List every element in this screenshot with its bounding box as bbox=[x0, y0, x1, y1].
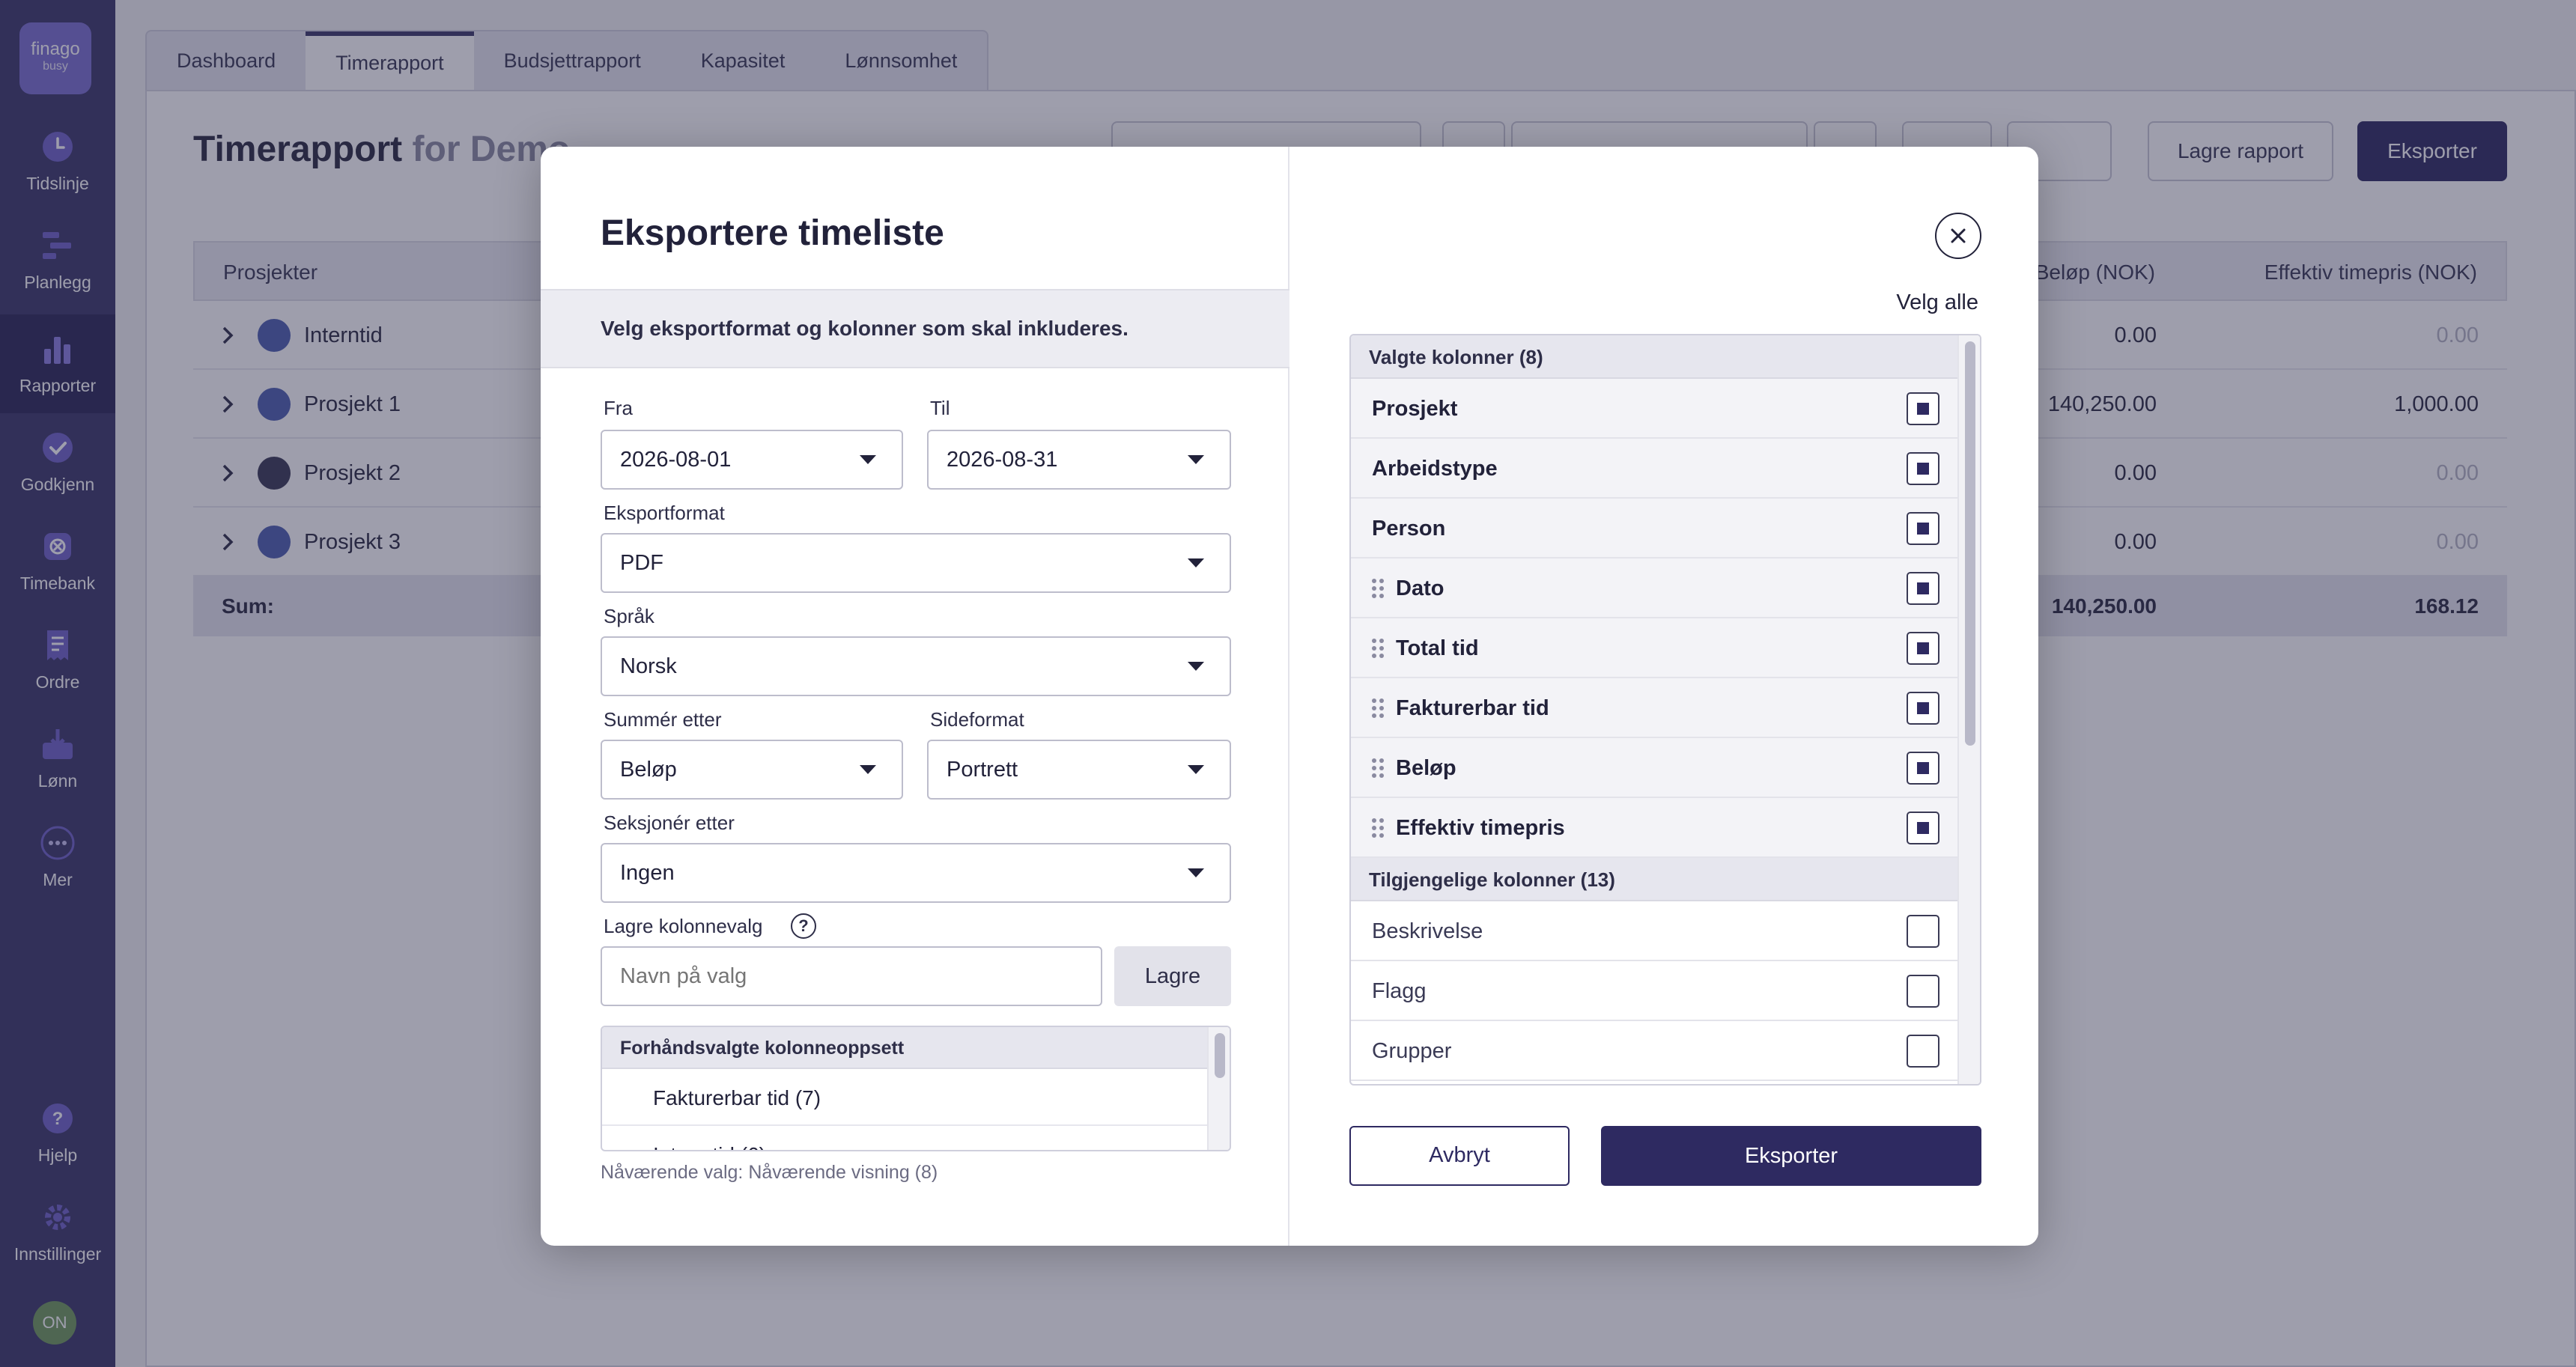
scrollbar-thumb[interactable] bbox=[1965, 341, 1975, 746]
close-icon bbox=[1951, 228, 1966, 243]
section-by-label: Seksjonér etter bbox=[604, 812, 735, 834]
column-row-fakturerbar-tid[interactable]: Fakturerbar tid bbox=[1351, 678, 1959, 738]
column-checkbox[interactable] bbox=[1907, 692, 1939, 725]
caret-down-icon bbox=[1188, 765, 1204, 774]
drag-handle-icon[interactable] bbox=[1372, 579, 1384, 598]
column-checkbox[interactable] bbox=[1907, 752, 1939, 785]
columns-pane: Velg alle Valgte kolonner (8) Prosjekt A… bbox=[1289, 147, 2038, 1246]
dialog-export-button[interactable]: Eksporter bbox=[1601, 1126, 1981, 1186]
column-set-name-input[interactable] bbox=[601, 946, 1102, 1006]
available-columns-header: Tilgjengelige kolonner (13) bbox=[1351, 858, 1959, 901]
caret-down-icon bbox=[860, 455, 876, 464]
column-checkbox[interactable] bbox=[1907, 915, 1939, 948]
current-choice-text: Nåværende valg: Nåværende visning (8) bbox=[601, 1162, 938, 1183]
column-row-total-tid[interactable]: Total tid bbox=[1351, 618, 1959, 678]
drag-handle-icon[interactable] bbox=[1372, 758, 1384, 778]
column-row-effektiv-timepris[interactable]: Effektiv timepris bbox=[1351, 798, 1959, 858]
drag-handle-icon[interactable] bbox=[1372, 698, 1384, 718]
export-settings-pane: Eksportere timeliste Velg eksportformat … bbox=[541, 147, 1289, 1246]
caret-down-icon bbox=[1188, 455, 1204, 464]
language-label: Språk bbox=[604, 605, 654, 627]
column-row-flagg[interactable]: Flagg bbox=[1351, 961, 1959, 1021]
info-bar: Velg eksportformat og kolonner som skal … bbox=[541, 289, 1289, 368]
preset-column-sets: Forhåndsvalgte kolonneoppsett Fakturerba… bbox=[601, 1026, 1231, 1151]
cancel-button[interactable]: Avbryt bbox=[1349, 1126, 1570, 1186]
to-label: Til bbox=[930, 397, 950, 419]
sum-by-select[interactable]: Beløp bbox=[601, 740, 903, 800]
sum-by-label: Summér etter bbox=[604, 708, 722, 731]
to-date-select[interactable]: 2026-08-31 bbox=[927, 430, 1231, 490]
column-row-dato[interactable]: Dato bbox=[1351, 558, 1959, 618]
presets-header: Forhåndsvalgte kolonneoppsett bbox=[602, 1027, 1207, 1069]
caret-down-icon bbox=[1188, 662, 1204, 671]
presets-scrollbar[interactable] bbox=[1207, 1027, 1230, 1150]
column-checkbox[interactable] bbox=[1907, 812, 1939, 844]
export-format-select[interactable]: PDF bbox=[601, 533, 1231, 593]
column-row-belop[interactable]: Beløp bbox=[1351, 738, 1959, 798]
page-format-select[interactable]: Portrett bbox=[927, 740, 1231, 800]
save-columns-label: Lagre kolonnevalg bbox=[604, 915, 763, 937]
column-checkbox[interactable] bbox=[1907, 392, 1939, 425]
language-select[interactable]: Norsk bbox=[601, 636, 1231, 696]
scrollbar-thumb[interactable] bbox=[1215, 1033, 1225, 1078]
column-list: Valgte kolonner (8) Prosjekt Arbeidstype… bbox=[1349, 334, 1981, 1086]
column-row-grupper[interactable]: Grupper bbox=[1351, 1021, 1959, 1081]
section-by-select[interactable]: Ingen bbox=[601, 843, 1231, 903]
column-checkbox[interactable] bbox=[1907, 1035, 1939, 1068]
column-checkbox[interactable] bbox=[1907, 512, 1939, 545]
column-row-beskrivelse[interactable]: Beskrivelse bbox=[1351, 901, 1959, 961]
column-checkbox[interactable] bbox=[1907, 572, 1939, 605]
column-checkbox[interactable] bbox=[1907, 452, 1939, 485]
column-checkbox[interactable] bbox=[1907, 632, 1939, 665]
preset-item[interactable]: Fakturerbar tid (7) bbox=[602, 1071, 1207, 1126]
drag-handle-icon[interactable] bbox=[1372, 818, 1384, 838]
from-label: Fra bbox=[604, 397, 633, 419]
caret-down-icon bbox=[860, 765, 876, 774]
save-column-set-button[interactable]: Lagre bbox=[1114, 946, 1231, 1006]
selected-columns-header: Valgte kolonner (8) bbox=[1351, 335, 1959, 379]
help-icon[interactable]: ? bbox=[791, 913, 816, 939]
format-label: Eksportformat bbox=[604, 502, 725, 524]
dialog-title: Eksportere timeliste bbox=[601, 213, 944, 253]
drag-handle-icon[interactable] bbox=[1372, 639, 1384, 658]
column-row-person[interactable]: Person bbox=[1351, 499, 1959, 558]
export-dialog: Eksportere timeliste Velg eksportformat … bbox=[541, 147, 2038, 1246]
column-row-prosjekt[interactable]: Prosjekt bbox=[1351, 379, 1959, 439]
caret-down-icon bbox=[1188, 868, 1204, 877]
preset-item[interactable]: Intern tid (6) bbox=[602, 1127, 1207, 1150]
from-date-select[interactable]: 2026-08-01 bbox=[601, 430, 903, 490]
column-checkbox[interactable] bbox=[1907, 975, 1939, 1008]
close-button[interactable] bbox=[1935, 213, 1981, 259]
caret-down-icon bbox=[1188, 558, 1204, 567]
select-all-link[interactable]: Velg alle bbox=[1896, 290, 1978, 315]
columns-scrollbar[interactable] bbox=[1957, 335, 1980, 1084]
column-row-arbeidstype[interactable]: Arbeidstype bbox=[1351, 439, 1959, 499]
page-format-label: Sideformat bbox=[930, 708, 1024, 731]
